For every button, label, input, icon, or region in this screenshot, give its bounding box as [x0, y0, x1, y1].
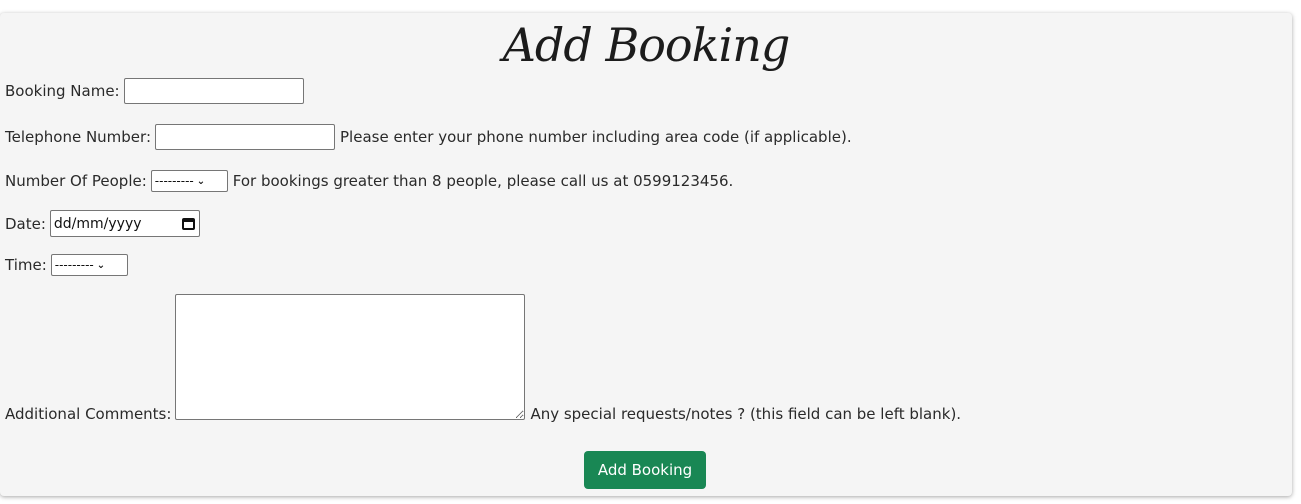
time-row: Time: --------- ⌄ — [5, 254, 128, 276]
booking-name-label: Booking Name: — [5, 82, 120, 100]
comments-row: Additional Comments: Any special request… — [5, 294, 962, 423]
page-title: Add Booking — [502, 18, 791, 72]
people-select[interactable]: --------- ⌄ — [150, 170, 228, 192]
calendar-icon[interactable] — [181, 217, 195, 230]
telephone-row: Telephone Number: Please enter your phon… — [5, 124, 852, 150]
telephone-input[interactable] — [155, 124, 335, 150]
date-row: Date: dd/mm/yyyy — [5, 210, 200, 237]
time-select[interactable]: --------- ⌄ — [50, 254, 128, 276]
date-input[interactable]: dd/mm/yyyy — [49, 210, 200, 237]
booking-form-card: Add Booking Booking Name: Telephone Numb… — [0, 13, 1292, 496]
people-help-text: For bookings greater than 8 people, plea… — [232, 172, 734, 190]
telephone-help-text: Please enter your phone number including… — [340, 128, 852, 146]
booking-name-input[interactable] — [123, 78, 304, 104]
time-label: Time: — [5, 256, 47, 274]
people-select-value: --------- — [154, 174, 194, 188]
add-booking-button[interactable]: Add Booking — [584, 451, 706, 489]
comments-textarea[interactable] — [175, 294, 526, 420]
comments-help-text: Any special requests/notes ? (this field… — [530, 405, 962, 423]
comments-label: Additional Comments: — [5, 405, 172, 423]
people-label: Number Of People: — [5, 172, 147, 190]
chevron-down-icon: ⌄ — [96, 259, 106, 271]
date-label: Date: — [5, 214, 46, 233]
telephone-label: Telephone Number: — [5, 128, 151, 146]
time-select-value: --------- — [54, 258, 94, 272]
chevron-down-icon: ⌄ — [196, 175, 206, 187]
booking-name-row: Booking Name: — [5, 78, 304, 104]
people-row: Number Of People: --------- ⌄ For bookin… — [5, 170, 733, 192]
date-placeholder: dd/mm/yyyy — [53, 215, 142, 232]
